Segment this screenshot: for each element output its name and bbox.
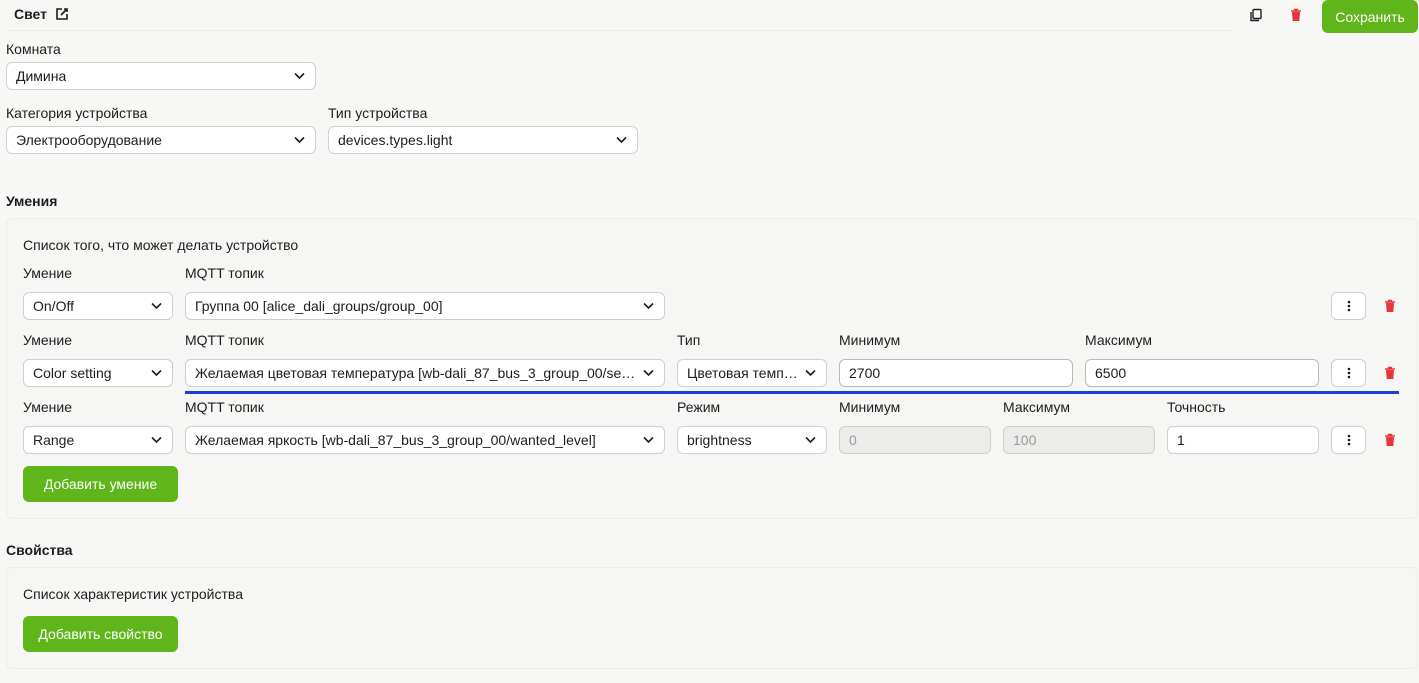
add-property-button[interactable]: Добавить свойство: [23, 616, 178, 652]
edit-icon[interactable]: [55, 7, 69, 21]
skill-label: Умение: [23, 399, 73, 415]
chevron-down-icon: [294, 72, 305, 80]
page-title-group: Свет: [14, 6, 69, 22]
add-skill-button[interactable]: Добавить умение: [23, 466, 178, 502]
page-title: Свет: [14, 6, 47, 22]
category-value: Электрооборудование: [16, 132, 162, 148]
skill-value: On/Off: [33, 298, 74, 314]
category-select[interactable]: Электрооборудование: [6, 126, 316, 154]
skill-label: Умение: [23, 332, 73, 348]
topic-label: MQTT топик: [185, 265, 264, 281]
topic-label: MQTT топик: [185, 399, 264, 415]
min-label: Минимум: [839, 399, 901, 415]
topic-value: Желаемая яркость [wb-dali_87_bus_3_group…: [195, 432, 596, 448]
topic-value: Группа 00 [alice_dali_groups/group_00]: [195, 298, 443, 314]
chevron-down-icon: [151, 369, 162, 377]
topic-select[interactable]: Желаемая цветовая температура [wb-dali_8…: [185, 359, 665, 387]
skills-description: Список того, что может делать устройство: [23, 237, 299, 253]
device-type-value: devices.types.light: [338, 132, 453, 148]
skill-select[interactable]: Color setting: [23, 359, 173, 387]
chevron-down-icon: [805, 436, 816, 444]
mode-label: Режим: [677, 399, 721, 415]
skill-value: Color setting: [33, 365, 112, 381]
properties-description: Список характеристик устройства: [23, 586, 243, 602]
row-focus-indicator: [185, 391, 1399, 394]
category-label: Категория устройства: [6, 105, 148, 121]
skill-select[interactable]: On/Off: [23, 292, 173, 320]
chevron-down-icon: [643, 436, 654, 444]
precision-label: Точность: [1167, 399, 1226, 415]
skills-title: Умения: [6, 193, 58, 209]
chevron-down-icon: [643, 302, 654, 310]
trash-icon[interactable]: [1380, 296, 1400, 316]
trash-icon[interactable]: [1380, 430, 1400, 450]
skill-select[interactable]: Range: [23, 426, 173, 454]
topic-label: MQTT топик: [185, 332, 264, 348]
chevron-down-icon: [151, 436, 162, 444]
type-select[interactable]: Цветовая температура: [677, 359, 827, 387]
properties-title: Свойства: [6, 542, 73, 558]
precision-input[interactable]: 1: [1167, 426, 1319, 454]
max-input[interactable]: 6500: [1085, 359, 1319, 387]
device-type-label: Тип устройства: [328, 105, 428, 121]
max-input: 100: [1003, 426, 1155, 454]
type-label: Тип: [677, 332, 701, 348]
max-label: Максимум: [1003, 399, 1070, 415]
kebab-icon: [1347, 300, 1350, 312]
room-value: Димина: [16, 68, 67, 84]
topic-select[interactable]: Желаемая яркость [wb-dali_87_bus_3_group…: [185, 426, 665, 454]
properties-card: [6, 567, 1418, 669]
kebab-icon: [1347, 367, 1350, 379]
more-menu-button[interactable]: [1331, 359, 1366, 387]
topic-select[interactable]: Группа 00 [alice_dali_groups/group_00]: [185, 292, 665, 320]
min-input: 0: [839, 426, 991, 454]
skill-label: Умение: [23, 265, 73, 281]
copy-icon[interactable]: [1245, 5, 1267, 25]
more-menu-button[interactable]: [1331, 426, 1366, 454]
trash-icon[interactable]: [1380, 363, 1400, 383]
kebab-icon: [1347, 434, 1350, 446]
chevron-down-icon: [294, 136, 305, 144]
topic-value: Желаемая цветовая температура [wb-dali_8…: [195, 365, 636, 381]
room-select[interactable]: Димина: [6, 62, 316, 90]
chevron-down-icon: [151, 302, 162, 310]
trash-icon[interactable]: [1286, 5, 1306, 25]
min-label: Минимум: [839, 332, 901, 348]
chevron-down-icon: [805, 369, 816, 377]
max-label: Максимум: [1085, 332, 1152, 348]
min-input[interactable]: 2700: [839, 359, 1073, 387]
mode-value: brightness: [687, 432, 752, 448]
room-label: Комната: [6, 41, 61, 57]
skill-value: Range: [33, 432, 75, 448]
chevron-down-icon: [616, 136, 627, 144]
type-value: Цветовая температура: [687, 365, 798, 381]
header-divider: [6, 30, 1234, 31]
mode-select[interactable]: brightness: [677, 426, 827, 454]
more-menu-button[interactable]: [1331, 292, 1366, 320]
chevron-down-icon: [643, 369, 654, 377]
device-type-select[interactable]: devices.types.light: [328, 126, 638, 154]
save-button[interactable]: Сохранить: [1322, 0, 1418, 33]
